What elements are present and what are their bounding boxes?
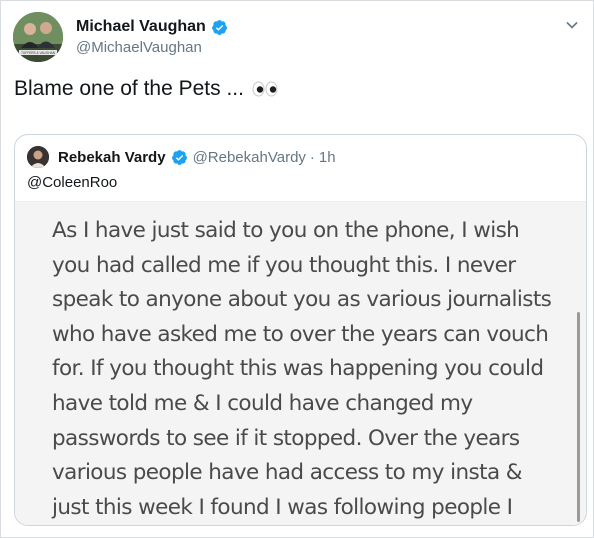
- author-block: Michael Vaughan @MichaelVaughan: [76, 18, 228, 56]
- separator-dot: ·: [309, 148, 315, 166]
- author-handle[interactable]: @MichaelVaughan: [76, 39, 228, 56]
- avatar-image: TUFFERS & VAUGHAN: [13, 12, 63, 62]
- quoted-timestamp[interactable]: 1h: [319, 149, 336, 166]
- quoted-note-image[interactable]: As I have just said to you on the phone,…: [15, 201, 586, 525]
- avatar-caption: TUFFERS & VAUGHAN: [21, 51, 56, 55]
- chevron-down-icon[interactable]: [565, 18, 579, 32]
- verified-badge-icon: [171, 149, 188, 166]
- quoted-author-avatar[interactable]: [27, 146, 49, 168]
- tweet-card: TUFFERS & VAUGHAN Michael Vaughan @Micha…: [0, 0, 594, 538]
- quoted-tweet[interactable]: Rebekah Vardy @RebekahVardy · 1h @Coleen…: [14, 134, 587, 526]
- quoted-author-name[interactable]: Rebekah Vardy: [58, 149, 166, 166]
- author-name[interactable]: Michael Vaughan: [76, 18, 206, 36]
- tweet-text: Blame one of the Pets ...: [14, 77, 278, 101]
- tweet-body: Blame one of the Pets ...: [14, 77, 244, 100]
- quoted-header: Rebekah Vardy @RebekahVardy · 1h: [27, 146, 336, 168]
- note-screenshot-text: As I have just said to you on the phone,…: [52, 218, 552, 520]
- author-avatar[interactable]: TUFFERS & VAUGHAN: [13, 12, 63, 62]
- quoted-author-handle[interactable]: @RebekahVardy: [193, 149, 306, 166]
- eyes-emoji-icon: [252, 81, 278, 97]
- quoted-reply-mention[interactable]: @ColeenRoo: [27, 174, 117, 191]
- verified-badge-icon: [211, 19, 228, 36]
- note-scrollbar: [577, 312, 580, 522]
